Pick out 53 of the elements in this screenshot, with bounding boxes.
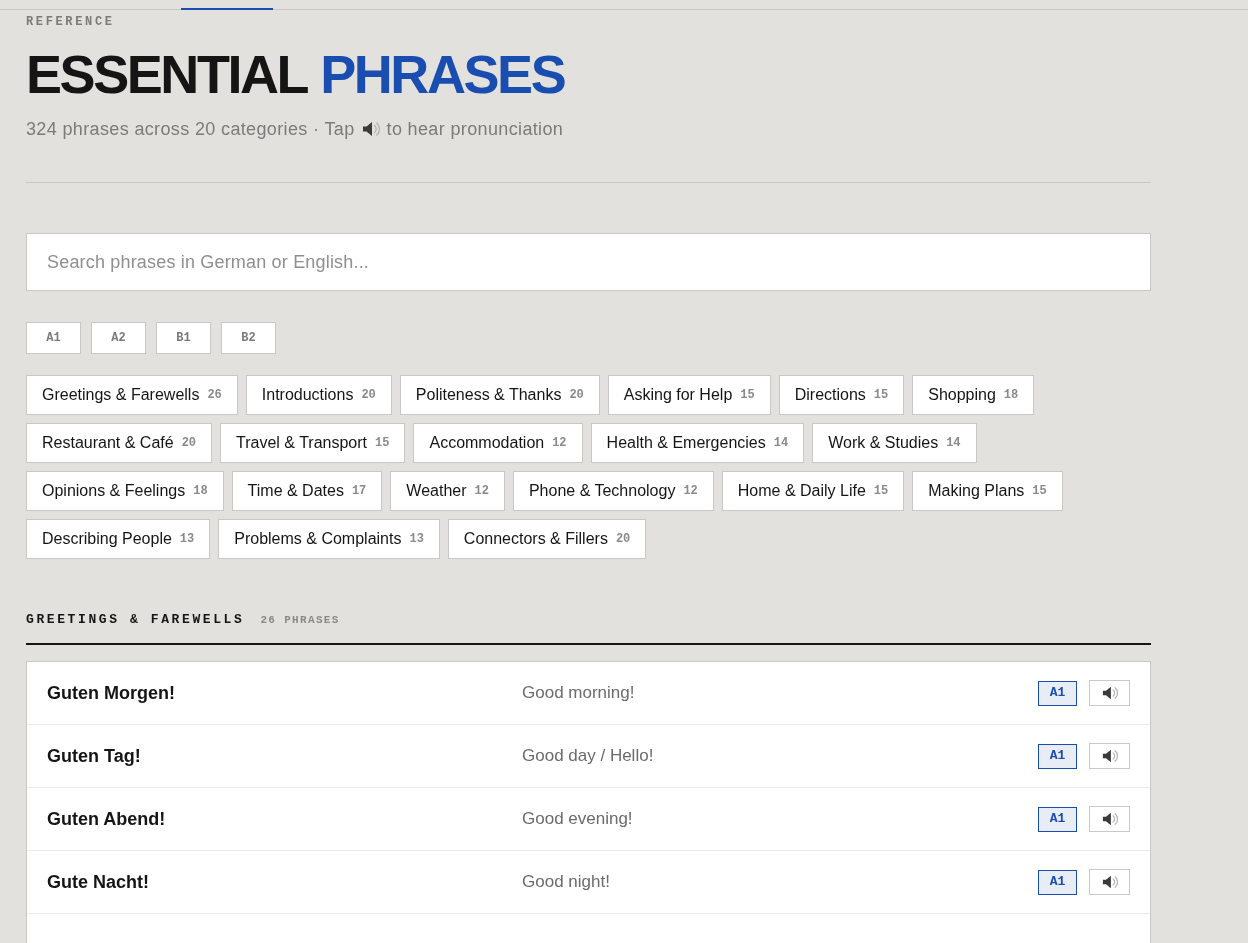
level-filter-button[interactable]: B1 — [156, 322, 211, 354]
category-chip[interactable]: Travel & Transport 15 — [220, 423, 406, 463]
category-chip[interactable]: Work & Studies 14 — [812, 423, 977, 463]
english-translation: Good evening! — [522, 808, 634, 831]
german-phrase: Guten Tag! — [47, 744, 142, 768]
category-chip[interactable]: Politeness & Thanks 20 — [399, 375, 600, 415]
speaker-icon — [1100, 874, 1119, 890]
english-translation: Good night! — [522, 871, 611, 894]
category-chip[interactable]: Connectors & Fillers 20 — [447, 519, 647, 559]
speaker-icon — [360, 120, 381, 138]
level-badge: A1 — [1038, 743, 1077, 769]
category-chip[interactable]: Time & Dates 17 — [231, 471, 383, 511]
english-translation: Good day / Hello! — [522, 745, 655, 768]
subtitle-text: 324 phrases across 20 categories · Tap — [26, 118, 355, 141]
play-audio-button[interactable] — [1089, 869, 1130, 895]
eyebrow-label: REFERENCE — [26, 14, 115, 30]
german-phrase: Guten Abend! — [47, 807, 167, 831]
category-chip[interactable]: Introductions 20 — [245, 375, 392, 415]
speaker-icon — [1100, 811, 1119, 827]
category-chip[interactable]: Weather 12 — [390, 471, 505, 511]
category-chip[interactable]: Phone & Technology 12 — [512, 471, 714, 511]
category-chip[interactable]: Making Plans 15 — [912, 471, 1063, 511]
level-filter-button[interactable]: A1 — [26, 322, 81, 354]
play-audio-button[interactable] — [1089, 743, 1130, 769]
german-phrase: Guten Morgen! — [47, 681, 176, 705]
category-chip[interactable]: Greetings & Farewells 26 — [26, 375, 238, 415]
page-title-accent: PHRASES — [320, 47, 565, 101]
level-badge: A1 — [1038, 680, 1077, 706]
category-chip[interactable]: Shopping 18 — [912, 375, 1035, 415]
category-chip[interactable]: Health & Emergencies 14 — [590, 423, 805, 463]
speaker-icon — [1100, 685, 1119, 701]
level-badge: A1 — [1038, 806, 1077, 832]
category-chip[interactable]: Home & Daily Life 15 — [721, 471, 905, 511]
speaker-icon — [1100, 748, 1119, 764]
subtitle-text: to hear pronunciation — [386, 118, 564, 141]
category-chip[interactable]: Restaurant & Café 20 — [26, 423, 213, 463]
english-translation: Good morning! — [522, 682, 636, 705]
play-audio-button[interactable] — [1089, 806, 1130, 832]
category-chip[interactable]: Accommodation 12 — [413, 423, 583, 463]
category-chip[interactable]: Asking for Help 15 — [607, 375, 771, 415]
level-filter-button[interactable]: A2 — [91, 322, 146, 354]
category-chip[interactable]: Directions 15 — [778, 375, 905, 415]
category-chip[interactable]: Describing People 13 — [26, 519, 211, 559]
category-chip[interactable]: Opinions & Feelings 18 — [26, 471, 224, 511]
german-phrase: Gute Nacht! — [47, 870, 150, 894]
section-title: GREETINGS & FAREWELLS — [26, 612, 245, 628]
level-filter-button[interactable]: B2 — [221, 322, 276, 354]
play-audio-button[interactable] — [1089, 680, 1130, 706]
category-chip[interactable]: Problems & Complaints 13 — [218, 519, 440, 559]
page-title: ESSENTIAL — [26, 47, 308, 101]
section-count: 26 PHRASES — [260, 613, 340, 628]
level-badge: A1 — [1038, 869, 1077, 895]
search-field[interactable]: Search phrases in German or English... — [26, 233, 1151, 291]
